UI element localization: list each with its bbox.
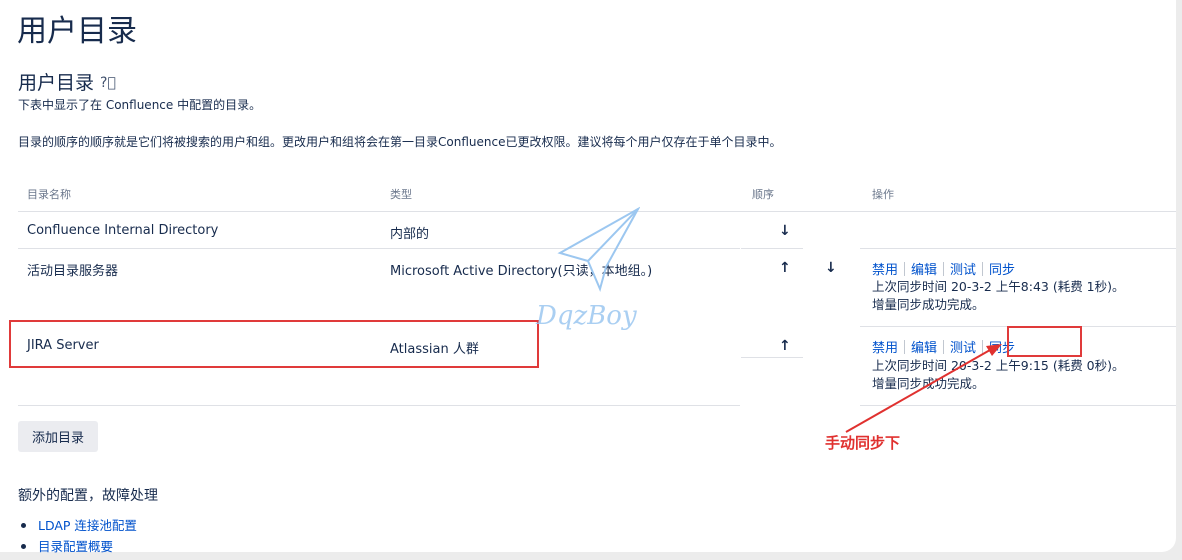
watermark-text: DqzBoy xyxy=(536,301,637,331)
disable-link[interactable]: 禁用 xyxy=(872,263,898,278)
column-header-order: 顺序 xyxy=(752,188,774,201)
order-divider xyxy=(741,357,803,358)
move-down-arrow[interactable]: ↓ xyxy=(825,260,837,276)
sync-link[interactable]: 同步 xyxy=(989,263,1015,278)
list-item: LDAP 连接池配置 xyxy=(21,515,137,536)
divider xyxy=(943,262,945,276)
divider xyxy=(982,262,984,276)
column-header-ops: 操作 xyxy=(872,188,894,201)
help-circle-icon[interactable]: ?⃝ xyxy=(100,75,116,91)
order-note: 目录的顺序的顺序就是它们将被搜索的用户和组。更改用户和组将会在第一目录Confl… xyxy=(18,135,782,149)
content-panel: 用户目录 用户目录 ?⃝ 下表中显示了在 Confluence 中配置的目录。 目… xyxy=(0,0,1176,554)
divider xyxy=(904,262,906,276)
move-up-arrow[interactable]: ↑ xyxy=(779,260,791,276)
directory-summary-link[interactable]: 目录配置概要 xyxy=(38,539,113,554)
section-title: 用户目录 ?⃝ xyxy=(18,68,116,95)
directory-type: 内部的 xyxy=(390,227,430,242)
column-header-name: 目录名称 xyxy=(27,188,71,201)
annotation-text: 手动同步下 xyxy=(825,434,901,452)
annotation-arrow-icon xyxy=(845,344,1002,433)
column-header-type: 类型 xyxy=(390,188,412,201)
paper-plane-icon xyxy=(557,206,641,293)
test-link[interactable]: 测试 xyxy=(950,263,976,278)
sync-status: 上次同步时间 20-3-2 上午8:43 (耗费 1秒)。 增量同步成功完成。 xyxy=(872,278,1125,314)
directory-name: Confluence Internal Directory xyxy=(27,223,219,238)
watermark: DqzBoy xyxy=(530,205,641,331)
row-divider xyxy=(18,405,740,406)
row-actions: 禁用 编辑 测试 同步 xyxy=(872,259,1015,278)
page-title: 用户目录 xyxy=(17,14,137,49)
directory-name: 活动目录服务器 xyxy=(27,264,119,279)
edit-link[interactable]: 编辑 xyxy=(911,263,937,278)
add-directory-button[interactable]: 添加目录 xyxy=(18,421,98,452)
section-title-text: 用户目录 xyxy=(18,72,95,94)
sync-result: 增量同步成功完成。 xyxy=(872,297,985,312)
move-up-arrow[interactable]: ↑ xyxy=(779,338,791,354)
last-sync-time: 上次同步时间 20-3-2 上午8:43 (耗费 1秒)。 xyxy=(872,279,1125,294)
extra-config-list: LDAP 连接池配置 目录配置概要 xyxy=(21,515,137,557)
row-divider xyxy=(860,248,1176,249)
move-down-arrow[interactable]: ↓ xyxy=(779,223,791,239)
highlight-jira-row xyxy=(9,320,539,368)
list-item: 目录配置概要 xyxy=(21,536,137,557)
extra-config-title: 额外的配置，故障处理 xyxy=(18,488,158,504)
section-description: 下表中显示了在 Confluence 中配置的目录。 xyxy=(18,98,262,112)
order-divider xyxy=(741,248,803,249)
highlight-sync-link xyxy=(1007,326,1082,357)
ldap-pool-link[interactable]: LDAP 连接池配置 xyxy=(38,518,137,533)
